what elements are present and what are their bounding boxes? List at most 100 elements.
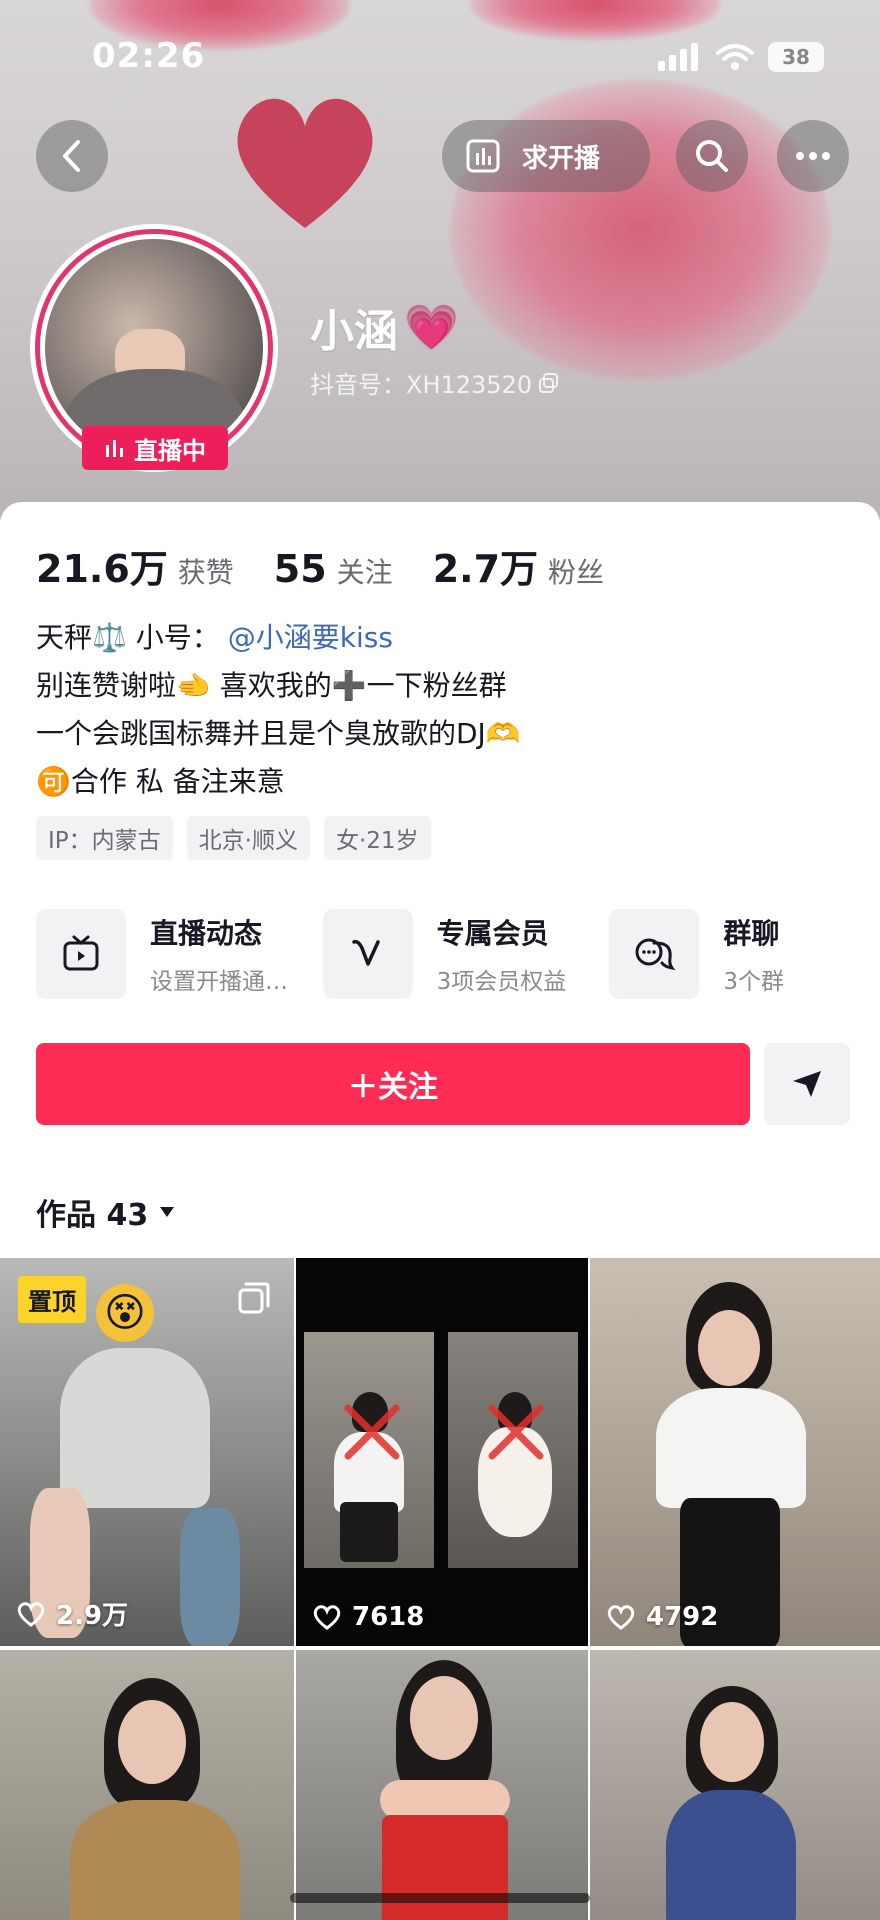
face-cover-emoji: 😵 [96, 1284, 154, 1342]
battery-icon: 38 [768, 42, 824, 72]
feature-text: 直播动态 设置开播通… [150, 912, 288, 996]
bio-line: 别连赞谢啦🫲 喜欢我的➕一下粉丝群 [36, 669, 507, 702]
send-icon [793, 1071, 821, 1097]
search-icon [696, 140, 728, 172]
works-label: 作品 43 [36, 1198, 149, 1233]
feature-title: 专属会员 [436, 917, 549, 950]
request-live-button[interactable]: 求开播 [442, 120, 650, 192]
heart-outline-icon [17, 1601, 45, 1627]
pinned-badge: 置顶 [18, 1276, 86, 1323]
live-bars-icon [106, 440, 123, 457]
profile-stats: 21.6万 获赞 55 关注 2.7万 粉丝 [36, 538, 644, 593]
thumbnail-figure [698, 1310, 760, 1386]
profile-card: 21.6万 获赞 55 关注 2.7万 粉丝 天秤⚖️ 小号： @小涵要kiss… [0, 502, 880, 1262]
thumbnail-figure [382, 1815, 508, 1920]
profile-tags: IP：内蒙古 北京·顺义 女·21岁 [36, 816, 431, 860]
heart-emoji-icon: 💗 [404, 302, 459, 353]
feature-subtitle: 3个群 [723, 969, 784, 995]
live-badge[interactable]: 直播中 [82, 426, 228, 470]
thumbnail-figure [118, 1700, 186, 1784]
bio-line: 🉑合作 私 备注来意 [36, 765, 285, 798]
works-grid: 😵 置顶 2.9万 7618 4792 [0, 1258, 880, 1920]
tile-likes: 2.9万 [16, 1595, 128, 1632]
feature-membership[interactable]: 专属会员 3项会员权益 [322, 906, 610, 1002]
feature-text: 专属会员 3项会员权益 [437, 912, 567, 996]
video-thumbnail[interactable]: 😵 置顶 2.9万 [0, 1258, 294, 1646]
heart-outline-icon [607, 1605, 635, 1630]
request-live-label: 求开播 [522, 143, 601, 174]
thumbnail-figure [410, 1676, 478, 1760]
likes-label: 获赞 [177, 556, 234, 589]
thumbnail-figure [180, 1508, 240, 1646]
feature-text: 群聊 3个群 [723, 912, 784, 996]
feature-live-updates[interactable]: 直播动态 设置开播通… [36, 906, 323, 1002]
feature-group-chat[interactable]: 群聊 3个群 [609, 906, 880, 1002]
status-bar: 02:26 38 [0, 0, 880, 110]
thumbnail-figure [656, 1388, 806, 1508]
works-tab[interactable]: 作品 43 [36, 1190, 176, 1234]
video-thumbnail[interactable] [296, 1650, 588, 1920]
tile-likes-count: 2.9万 [56, 1601, 129, 1631]
bio-line: 天秤⚖️ 小号： @小涵要kiss [36, 614, 521, 662]
tv-icon [63, 935, 99, 971]
thumbnail-figure [60, 1348, 210, 1508]
tile-likes: 4792 [606, 1602, 718, 1632]
thumbnail-figure [70, 1800, 240, 1920]
chevron-left-icon [63, 140, 80, 172]
thumbnail-panel [448, 1332, 578, 1568]
more-dots-icon [796, 152, 830, 160]
thumbnail-figure [700, 1702, 764, 1782]
more-button[interactable] [777, 120, 849, 192]
bio-mention-link[interactable]: @小涵要kiss [228, 614, 393, 662]
share-button[interactable] [764, 1043, 850, 1125]
chat-bubbles-icon [635, 938, 676, 970]
follow-button[interactable]: ＋关注 [36, 1043, 750, 1125]
home-indicator[interactable] [290, 1893, 590, 1903]
video-thumbnail[interactable] [590, 1650, 880, 1920]
thumbnail-figure [666, 1790, 796, 1920]
search-button[interactable] [676, 120, 748, 192]
feature-title: 群聊 [723, 917, 780, 950]
feature-subtitle: 设置开播通… [150, 969, 288, 995]
bio-line1-prefix: 天秤⚖️ 小号： [36, 621, 220, 654]
feature-icon-box [322, 909, 413, 999]
feature-icon-box [36, 909, 126, 999]
status-icons: 38 [658, 42, 824, 72]
thumbnail-figure [340, 1502, 398, 1562]
likes-count[interactable]: 21.6万 [36, 538, 168, 593]
video-thumbnail[interactable]: 7618 [296, 1258, 588, 1646]
profile-name-text: 小涵 [310, 306, 398, 357]
feature-icon-box [609, 909, 700, 999]
profile-bio: 天秤⚖️ 小号： @小涵要kiss 别连赞谢啦🫲 喜欢我的➕一下粉丝群 一个会跳… [36, 614, 521, 806]
avatar-image [45, 239, 263, 457]
ip-location-tag: IP：内蒙古 [36, 816, 173, 860]
red-cross-icon [488, 1404, 544, 1460]
bio-line: 一个会跳国标舞并且是个臭放歌的DJ🫶 [36, 717, 521, 750]
tile-likes-count: 4792 [646, 1602, 719, 1632]
video-thumbnail[interactable]: 4792 [590, 1258, 880, 1646]
multi-image-icon [238, 1282, 270, 1314]
followers-label: 粉丝 [548, 556, 605, 589]
video-thumbnail[interactable] [0, 1650, 294, 1920]
profile-banner: 02:26 38 求开播 直播中 小涵 💗 抖音号：XH123520 [0, 0, 880, 520]
triangle-down-icon [160, 1207, 175, 1217]
tile-likes-count: 7618 [352, 1602, 425, 1632]
back-button[interactable] [36, 120, 108, 192]
signal-icon [658, 43, 698, 71]
douyin-id-text: 抖音号：XH123520 [310, 371, 533, 399]
douyin-id[interactable]: 抖音号：XH123520 [310, 365, 560, 400]
bar-chart-icon [466, 139, 500, 173]
following-label: 关注 [336, 556, 393, 589]
wifi-icon [716, 44, 754, 70]
copy-icon[interactable] [538, 372, 560, 394]
tile-likes: 7618 [312, 1602, 424, 1632]
gender-age-tag: 女·21岁 [323, 816, 431, 860]
following-count[interactable]: 55 [274, 547, 327, 591]
thumbnail-panel [304, 1332, 434, 1568]
feature-title: 直播动态 [150, 917, 263, 950]
heart-icon [237, 98, 373, 228]
city-tag: 北京·顺义 [186, 816, 310, 860]
heart-outline-icon [313, 1605, 341, 1630]
live-badge-label: 直播中 [134, 436, 206, 465]
followers-count[interactable]: 2.7万 [433, 538, 538, 593]
